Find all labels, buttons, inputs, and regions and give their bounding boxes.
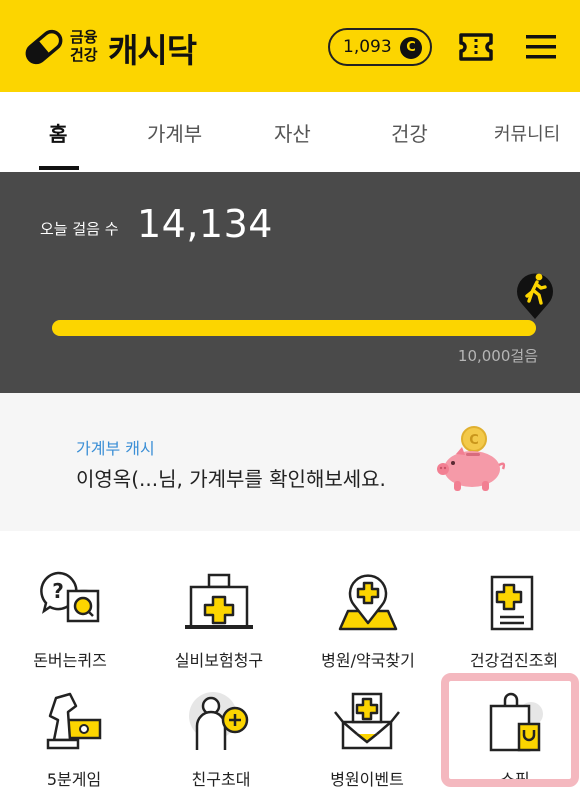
cash-amount: 1,093 — [343, 37, 392, 57]
insurance-claim-icon — [185, 573, 253, 629]
ticket-icon[interactable] — [459, 33, 493, 61]
svg-text:C: C — [469, 433, 479, 448]
steps-progress-fill — [52, 320, 536, 336]
hospital-event-icon — [334, 692, 400, 750]
tab-health[interactable]: 건강 — [391, 118, 428, 147]
invite-friend-icon — [189, 692, 249, 750]
menu-label: 실비보험청구 — [174, 651, 264, 670]
walker-pin-icon — [517, 273, 553, 319]
menu-label: 병원이벤트 — [330, 770, 404, 789]
highlight-overlay — [441, 673, 579, 787]
menu-invite[interactable]: 친구초대 — [151, 690, 291, 800]
menu-game[interactable]: 5분게임 — [4, 690, 144, 800]
quiz-icon: ? — [40, 571, 100, 623]
pill-logo-icon — [25, 29, 63, 65]
app-logo-text[interactable]: 캐시닥 — [108, 24, 197, 72]
main-tabs: 홈 가계부 자산 건강 커뮤니티 — [0, 92, 580, 172]
menu-label: 병원/약국찾기 — [321, 651, 415, 670]
menu-hospital-finder[interactable]: 병원/약국찾기 — [298, 571, 438, 681]
tab-home[interactable]: 홈 — [49, 118, 67, 147]
logo-subtitle-line1: 금융 — [70, 28, 98, 46]
menu-label: 돈버는퀴즈 — [33, 651, 107, 670]
budget-cash-banner[interactable]: 가계부 캐시 이영옥(...님, 가계부를 확인해보세요. C — [0, 393, 580, 531]
banner-subtitle: 가계부 캐시 — [76, 439, 155, 458]
svg-text:?: ? — [52, 579, 64, 603]
menu-label: 5분게임 — [46, 770, 102, 789]
menu-icon[interactable] — [526, 34, 556, 60]
menu-insurance-claim[interactable]: 실비보험청구 — [149, 571, 289, 681]
cash-balance-button[interactable]: 1,093 C — [328, 28, 432, 66]
hospital-map-icon — [338, 574, 398, 631]
logo-subtitle-line2: 건강 — [70, 46, 98, 64]
tab-community[interactable]: 커뮤니티 — [494, 120, 560, 146]
menu-checkup[interactable]: 건강검진조회 — [444, 571, 580, 681]
menu-hospital-event[interactable]: 병원이벤트 — [297, 690, 437, 800]
menu-label: 건강검진조회 — [469, 651, 559, 670]
menu-quiz[interactable]: ? 돈버는퀴즈 — [0, 571, 140, 681]
logo-subtitle: 금융 건강 — [70, 28, 98, 64]
steps-progress-bar — [52, 320, 536, 336]
coin-icon: C — [400, 37, 422, 59]
tab-assets[interactable]: 자산 — [274, 118, 311, 147]
checkup-report-icon — [490, 575, 534, 631]
active-tab-indicator — [39, 166, 79, 170]
menu-label: 친구초대 — [191, 770, 251, 789]
steps-card[interactable]: 오늘 걸음 수 14,134 10,000걸음 — [0, 172, 580, 393]
steps-goal: 10,000걸음 — [457, 347, 538, 365]
banner-message: 이영옥(...님, 가계부를 확인해보세요. — [76, 467, 386, 491]
tab-budget[interactable]: 가계부 — [147, 118, 202, 147]
steps-count: 14,134 — [137, 202, 273, 246]
app-header: 금융 건강 캐시닥 1,093 C — [0, 0, 580, 92]
steps-label: 오늘 걸음 수 — [40, 220, 119, 238]
piggy-bank-icon: C — [437, 426, 506, 491]
chess-knight-icon — [46, 692, 102, 750]
